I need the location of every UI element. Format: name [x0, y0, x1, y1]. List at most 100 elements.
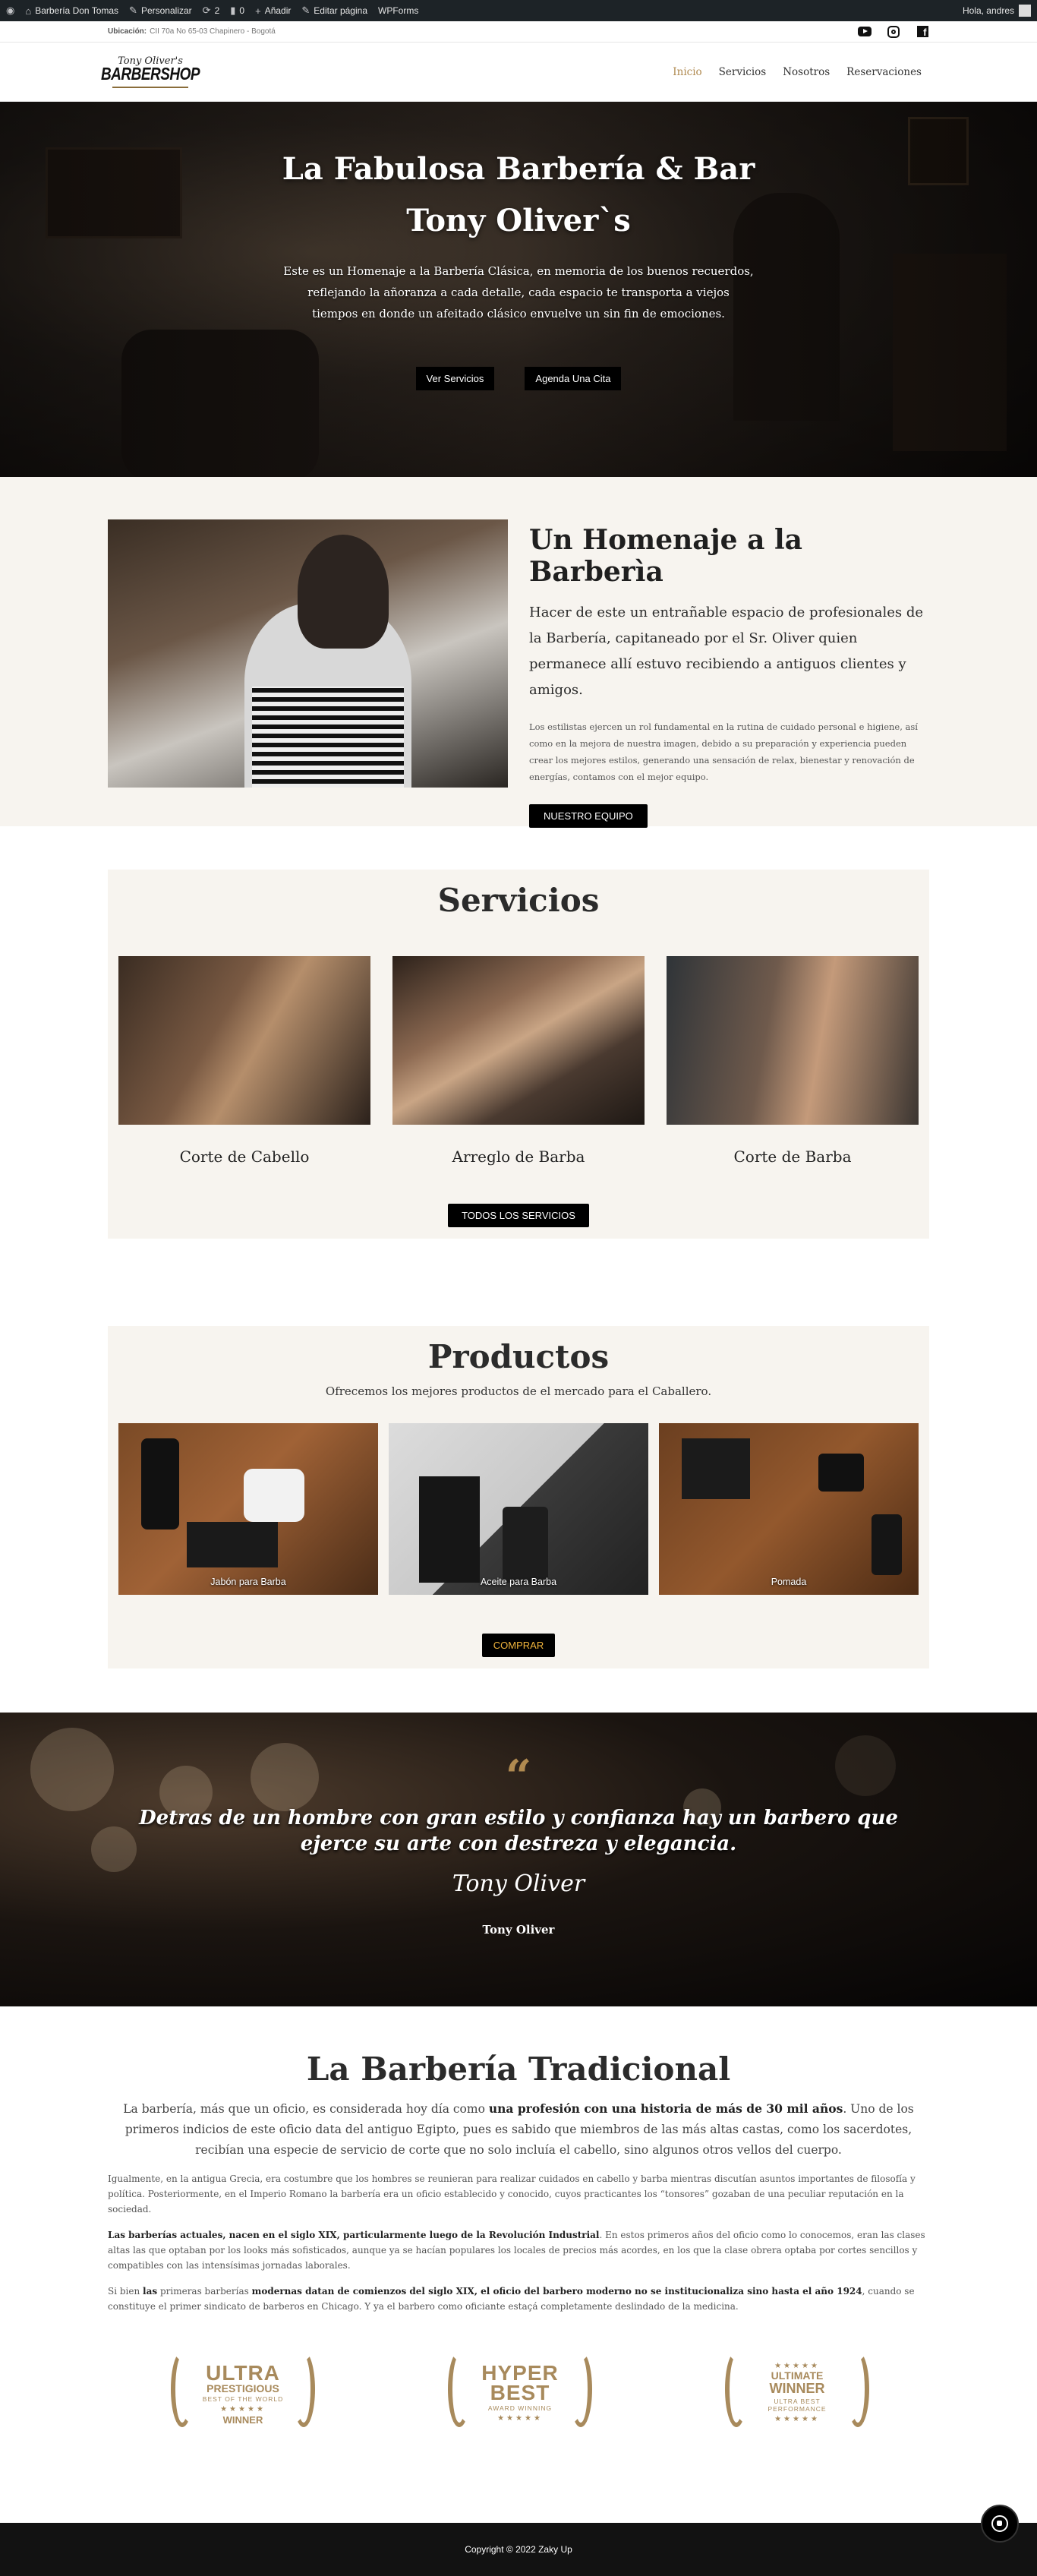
product-caption: Jabón para Barba [210, 1577, 286, 1587]
product-bottle [141, 1438, 179, 1530]
traditional-intro: La barbería, más que un oficio, es consi… [123, 2101, 914, 2157]
hero-section: La Fabulosa Barbería & Bar Tony Oliver`s… [0, 102, 1037, 477]
barber-photo [108, 519, 508, 788]
product-tin [818, 1454, 864, 1492]
laurel-icon [725, 2351, 748, 2427]
award-line3: ULTRA BEST PERFORMANCE [768, 2398, 827, 2413]
wp-admin-bar: ◉ ⌂ Barbería Don Tomas ✎ Personalizar ⟳ 2 ▮… [0, 0, 1037, 21]
quote-section: “ Detras de un hombre con gran estilo y … [0, 1713, 1037, 2006]
copyright-text: Copyright © 2022 Zaky Up [465, 2544, 572, 2555]
hero-title-line1: La Fabulosa Barbería & Bar [282, 151, 755, 187]
homenaje-body: Los estilistas ejercen un rol fundamenta… [529, 721, 918, 782]
admin-comments[interactable]: ▮ 0 [230, 5, 244, 17]
nav-nosotros[interactable]: Nosotros [783, 66, 830, 78]
service-title: Corte de Barba [733, 1148, 852, 1166]
signature: Tony Oliver [452, 1870, 585, 1897]
award-badge: ★★★★★ ULTIMATE WINNER ULTRA BEST PERFORM… [717, 2347, 877, 2438]
our-team-button[interactable]: NUESTRO EQUIPO [529, 804, 648, 828]
service-title: Arreglo de Barba [452, 1148, 585, 1166]
photo-barber [298, 535, 389, 649]
site-header: Tony Oliver's BARBERSHOP Inicio Servicio… [0, 43, 1037, 102]
laurel-icon [448, 2351, 471, 2427]
pencil-icon: ✎ [301, 5, 310, 16]
award-badge: ULTRA PRESTIGIOUS BEST OF THE WORLD ★★★★… [163, 2347, 323, 2438]
services-title: Servicios [437, 882, 600, 919]
service-card[interactable]: Arreglo de Barba [392, 956, 645, 1166]
admin-account[interactable]: Hola, andres [963, 5, 1031, 17]
logo-underline [112, 87, 188, 88]
comment-icon: ▮ [230, 5, 236, 16]
hero-content: La Fabulosa Barbería & Bar Tony Oliver`s… [0, 144, 1037, 390]
products-subtitle: Ofrecemos los mejores productos de el me… [325, 1384, 712, 1398]
nav-inicio[interactable]: Inicio [673, 66, 701, 78]
admin-new[interactable]: + Añadir [255, 5, 291, 17]
hero-buttons: Ver Servicios Agenda Una Cita [0, 367, 1037, 390]
admin-wpforms[interactable]: WPForms [378, 5, 418, 16]
laurel-icon [171, 2351, 194, 2427]
update-icon: ⟳ [202, 5, 211, 16]
product-box [419, 1476, 480, 1583]
product-card[interactable]: Aceite para Barba [389, 1423, 648, 1595]
all-services-button[interactable]: TODOS LOS SERVICIOS [448, 1204, 589, 1227]
location-value: CII 70a No 65-03 Chapinero - Bogotá [150, 27, 276, 36]
traditional-paragraph: Igualmente, en la antigua Grecia, era co… [108, 2174, 916, 2215]
award-badge: HYPER BEST AWARD WINNING ★★★★★ [440, 2347, 600, 2438]
service-image-beard-trim [392, 956, 645, 1125]
services-section: Servicios Corte de Cabello Arreglo de Ba… [108, 870, 929, 1239]
whatsapp-icon[interactable] [981, 2505, 1019, 2543]
book-appointment-button[interactable]: Agenda Una Cita [525, 367, 622, 390]
view-services-button[interactable]: Ver Servicios [415, 367, 495, 390]
homenaje-text: Un Homenaje a la Barberìa Hacer de este … [529, 524, 928, 828]
location-label: Ubicación: [108, 27, 147, 36]
facebook-icon[interactable]: f [916, 25, 929, 39]
admin-customize[interactable]: ✎ Personalizar [129, 5, 192, 17]
social-links: f [858, 25, 929, 39]
product-bottle [872, 1514, 902, 1575]
instagram-icon[interactable] [887, 25, 900, 39]
wordpress-icon[interactable]: ◉ [6, 5, 14, 17]
admin-edit-page[interactable]: ✎ Editar página [301, 5, 367, 17]
hero-title-line2: Tony Oliver`s [406, 203, 631, 238]
service-title: Corte de Cabello [179, 1148, 310, 1166]
product-box [187, 1522, 278, 1567]
admin-updates[interactable]: ⟳ 2 [203, 5, 220, 17]
products-button-wrap: COMPRAR [108, 1634, 929, 1657]
plus-icon: + [255, 5, 261, 17]
product-card[interactable]: Pomada [659, 1423, 919, 1595]
product-jar [244, 1469, 304, 1522]
logo-main: BARBERSHOP [100, 65, 200, 84]
products-title: Productos [427, 1338, 610, 1375]
service-image-beard-cut [667, 956, 919, 1125]
buy-button[interactable]: COMPRAR [481, 1634, 556, 1657]
homenaje-section: Un Homenaje a la Barberìa Hacer de este … [0, 477, 1037, 828]
top-info-bar: Ubicación: CII 70a No 65-03 Chapinero - … [0, 21, 1037, 43]
nav-reservaciones[interactable]: Reservaciones [846, 66, 922, 78]
service-card[interactable]: Corte de Barba [667, 956, 919, 1166]
youtube-icon[interactable] [858, 25, 872, 39]
product-caption: Pomada [771, 1577, 807, 1587]
quote-icon: “ [505, 1750, 532, 1804]
services-button-wrap: TODOS LOS SERVICIOS [108, 1204, 929, 1227]
awards-row: ULTRA PRESTIGIOUS BEST OF THE WORLD ★★★★… [0, 2347, 1037, 2438]
traditional-paragraph: Las barberías actuales, nacen en el sigl… [108, 2230, 925, 2271]
service-card[interactable]: Corte de Cabello [118, 956, 370, 1166]
homenaje-title: Un Homenaje a la Barberìa [529, 524, 802, 588]
nav-servicios[interactable]: Servicios [719, 66, 767, 78]
service-image-haircut [118, 956, 370, 1125]
traditional-paragraph: Si bien las primeras barberías modernas … [108, 2286, 915, 2312]
hero-title: La Fabulosa Barbería & Bar Tony Oliver`s [0, 144, 1037, 247]
quote-text: Detras de un hombre con gran estilo y co… [139, 1807, 898, 1855]
site-logo[interactable]: Tony Oliver's BARBERSHOP [101, 51, 200, 93]
traditional-title: La Barbería Tradicional [306, 2050, 731, 2088]
admin-site-name[interactable]: ⌂ Barbería Don Tomas [25, 5, 118, 17]
product-card[interactable]: Jabón para Barba [118, 1423, 378, 1595]
site-footer: Copyright © 2022 Zaky Up [0, 2523, 1037, 2576]
quote-author: Tony Oliver [482, 1923, 555, 1937]
laurel-icon [292, 2351, 315, 2427]
product-box [682, 1438, 750, 1499]
product-bottle [503, 1507, 548, 1583]
photo-cape [252, 687, 404, 788]
home-icon: ⌂ [25, 5, 32, 17]
traditional-section: La Barbería Tradicional La barbería, más… [108, 2050, 929, 2314]
avatar [1019, 5, 1031, 17]
